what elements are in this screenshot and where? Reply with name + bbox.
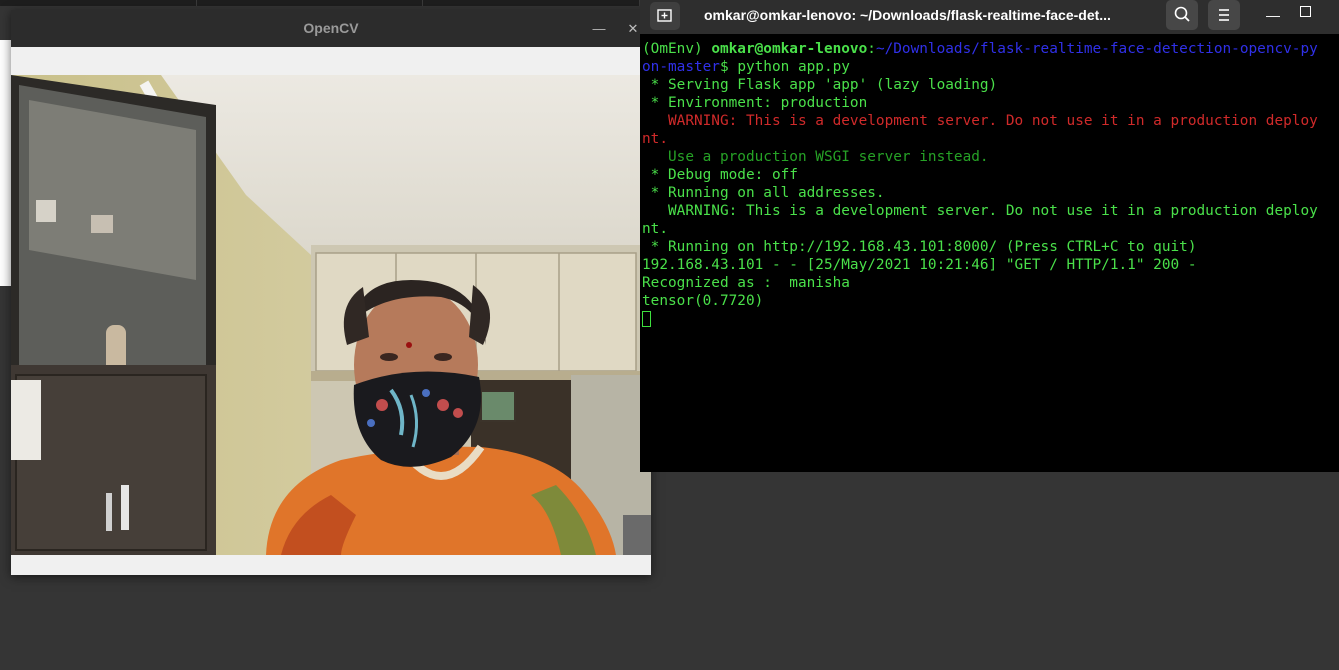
webcam-image — [11, 75, 651, 555]
panel-segment — [0, 0, 197, 6]
top-panel — [0, 0, 640, 6]
terminal-headerbar[interactable]: omkar@omkar-lenovo: ~/Downloads/flask-re… — [640, 0, 1339, 34]
prompt-env: (OmEnv) — [642, 41, 712, 57]
output-warning: WARNING: This is a development server. D… — [642, 113, 1318, 129]
output-debug-mode: * Debug mode: off — [642, 167, 798, 183]
search-icon — [1174, 6, 1190, 22]
opencv-window: OpenCV — ✕ — [11, 10, 651, 575]
hamburger-icon — [1219, 9, 1229, 21]
opencv-titlebar[interactable]: OpenCV — ✕ — [11, 10, 651, 47]
prompt-colon: : — [867, 41, 876, 57]
prompt-symbol: $ — [719, 59, 738, 75]
terminal-minimize-button[interactable]: — — [1262, 4, 1284, 26]
output-use-wsgi: Use a production WSGI server instead. — [642, 149, 989, 165]
output-running-all: * Running on all addresses. — [642, 185, 885, 201]
terminal-window: omkar@omkar-lenovo: ~/Downloads/flask-re… — [640, 0, 1339, 472]
prompt-path-continued: on-master — [642, 59, 720, 75]
terminal-maximize-button[interactable] — [1300, 6, 1311, 17]
output-warning-2: WARNING: This is a development server. D… — [642, 203, 1318, 219]
new-tab-button[interactable] — [650, 2, 680, 30]
output-running-on: * Running on http://192.168.43.101:8000/… — [642, 239, 1197, 255]
output-environment: * Environment: production — [642, 95, 868, 111]
opencv-window-title: OpenCV — [303, 20, 359, 36]
terminal-output[interactable]: (OmEnv) omkar@omkar-lenovo:~/Downloads/f… — [642, 40, 1339, 472]
panel-segment — [197, 0, 423, 6]
cursor-line — [642, 310, 1339, 328]
command-text: python app.py — [737, 59, 850, 75]
output-warning-wrap: nt. — [642, 131, 668, 147]
prompt-line: (OmEnv) omkar@omkar-lenovo:~/Downloads/f… — [642, 40, 1339, 58]
webcam-frame — [11, 75, 651, 555]
output-warning-2-wrap: nt. — [642, 221, 668, 237]
output-get-log: 192.168.43.101 - - [25/May/2021 10:21:46… — [642, 257, 1197, 273]
panel-segment — [423, 0, 640, 6]
new-tab-icon — [657, 9, 672, 22]
terminal-cursor[interactable] — [642, 311, 651, 327]
minimize-button[interactable]: — — [589, 19, 609, 39]
output-serving: * Serving Flask app 'app' (lazy loading) — [642, 77, 998, 93]
prompt-user: omkar@omkar-lenovo — [711, 41, 868, 57]
search-button[interactable] — [1166, 0, 1198, 30]
output-tensor: tensor(0.7720) — [642, 293, 764, 309]
output-recognized: Recognized as : manisha — [642, 275, 850, 291]
prompt-line-continued: on-master$ python app.py — [642, 58, 1339, 76]
terminal-title: omkar@omkar-lenovo: ~/Downloads/flask-re… — [704, 7, 1111, 23]
hamburger-menu-button[interactable] — [1208, 0, 1240, 30]
prompt-path: ~/Downloads/flask-realtime-face-detectio… — [875, 41, 1318, 57]
